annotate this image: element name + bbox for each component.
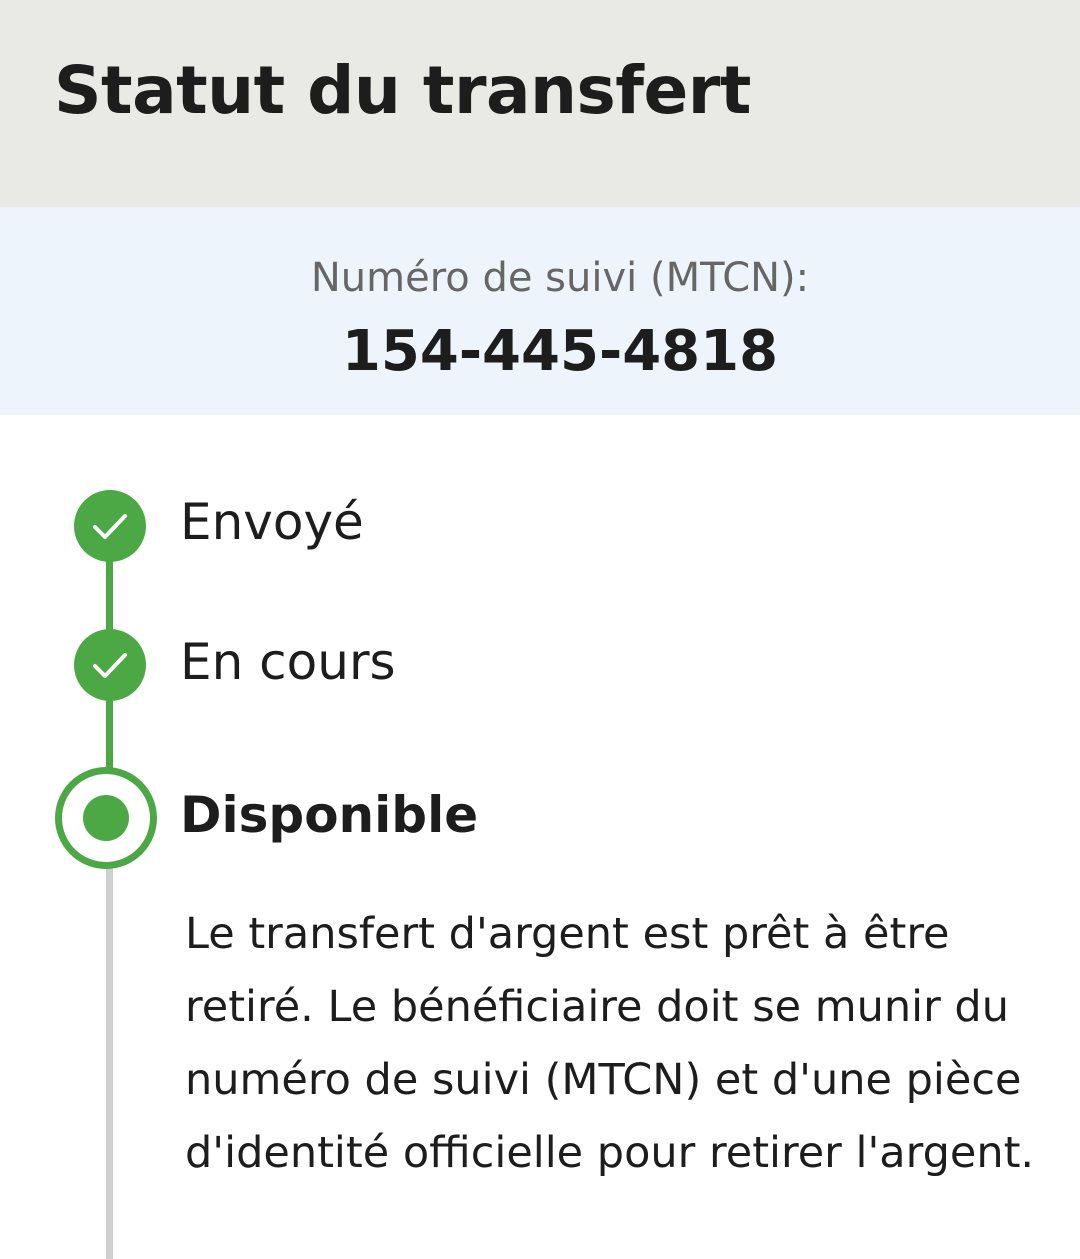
current-step-dot xyxy=(83,795,129,841)
step-sent-label: Envoyé xyxy=(180,493,364,551)
tracking-panel: Numéro de suivi (MTCN): 154-445-4818 xyxy=(0,207,1080,415)
tracking-number-value: 154-445-4818 xyxy=(341,319,779,384)
radio-current-icon xyxy=(55,767,157,869)
timeline-pending-line xyxy=(106,868,113,1259)
page-title: Statut du transfert xyxy=(54,52,751,129)
step-available-description: Le transfert d'argent est prêt à être re… xyxy=(185,909,1035,1178)
step-in-progress-label: En cours xyxy=(180,633,396,691)
step-available-label: Disponible xyxy=(180,786,479,844)
page-header: Statut du transfert xyxy=(0,0,1080,207)
tracking-number-label: Numéro de suivi (MTCN): xyxy=(310,255,810,301)
check-circle-icon xyxy=(74,490,146,562)
check-circle-icon xyxy=(74,629,146,701)
